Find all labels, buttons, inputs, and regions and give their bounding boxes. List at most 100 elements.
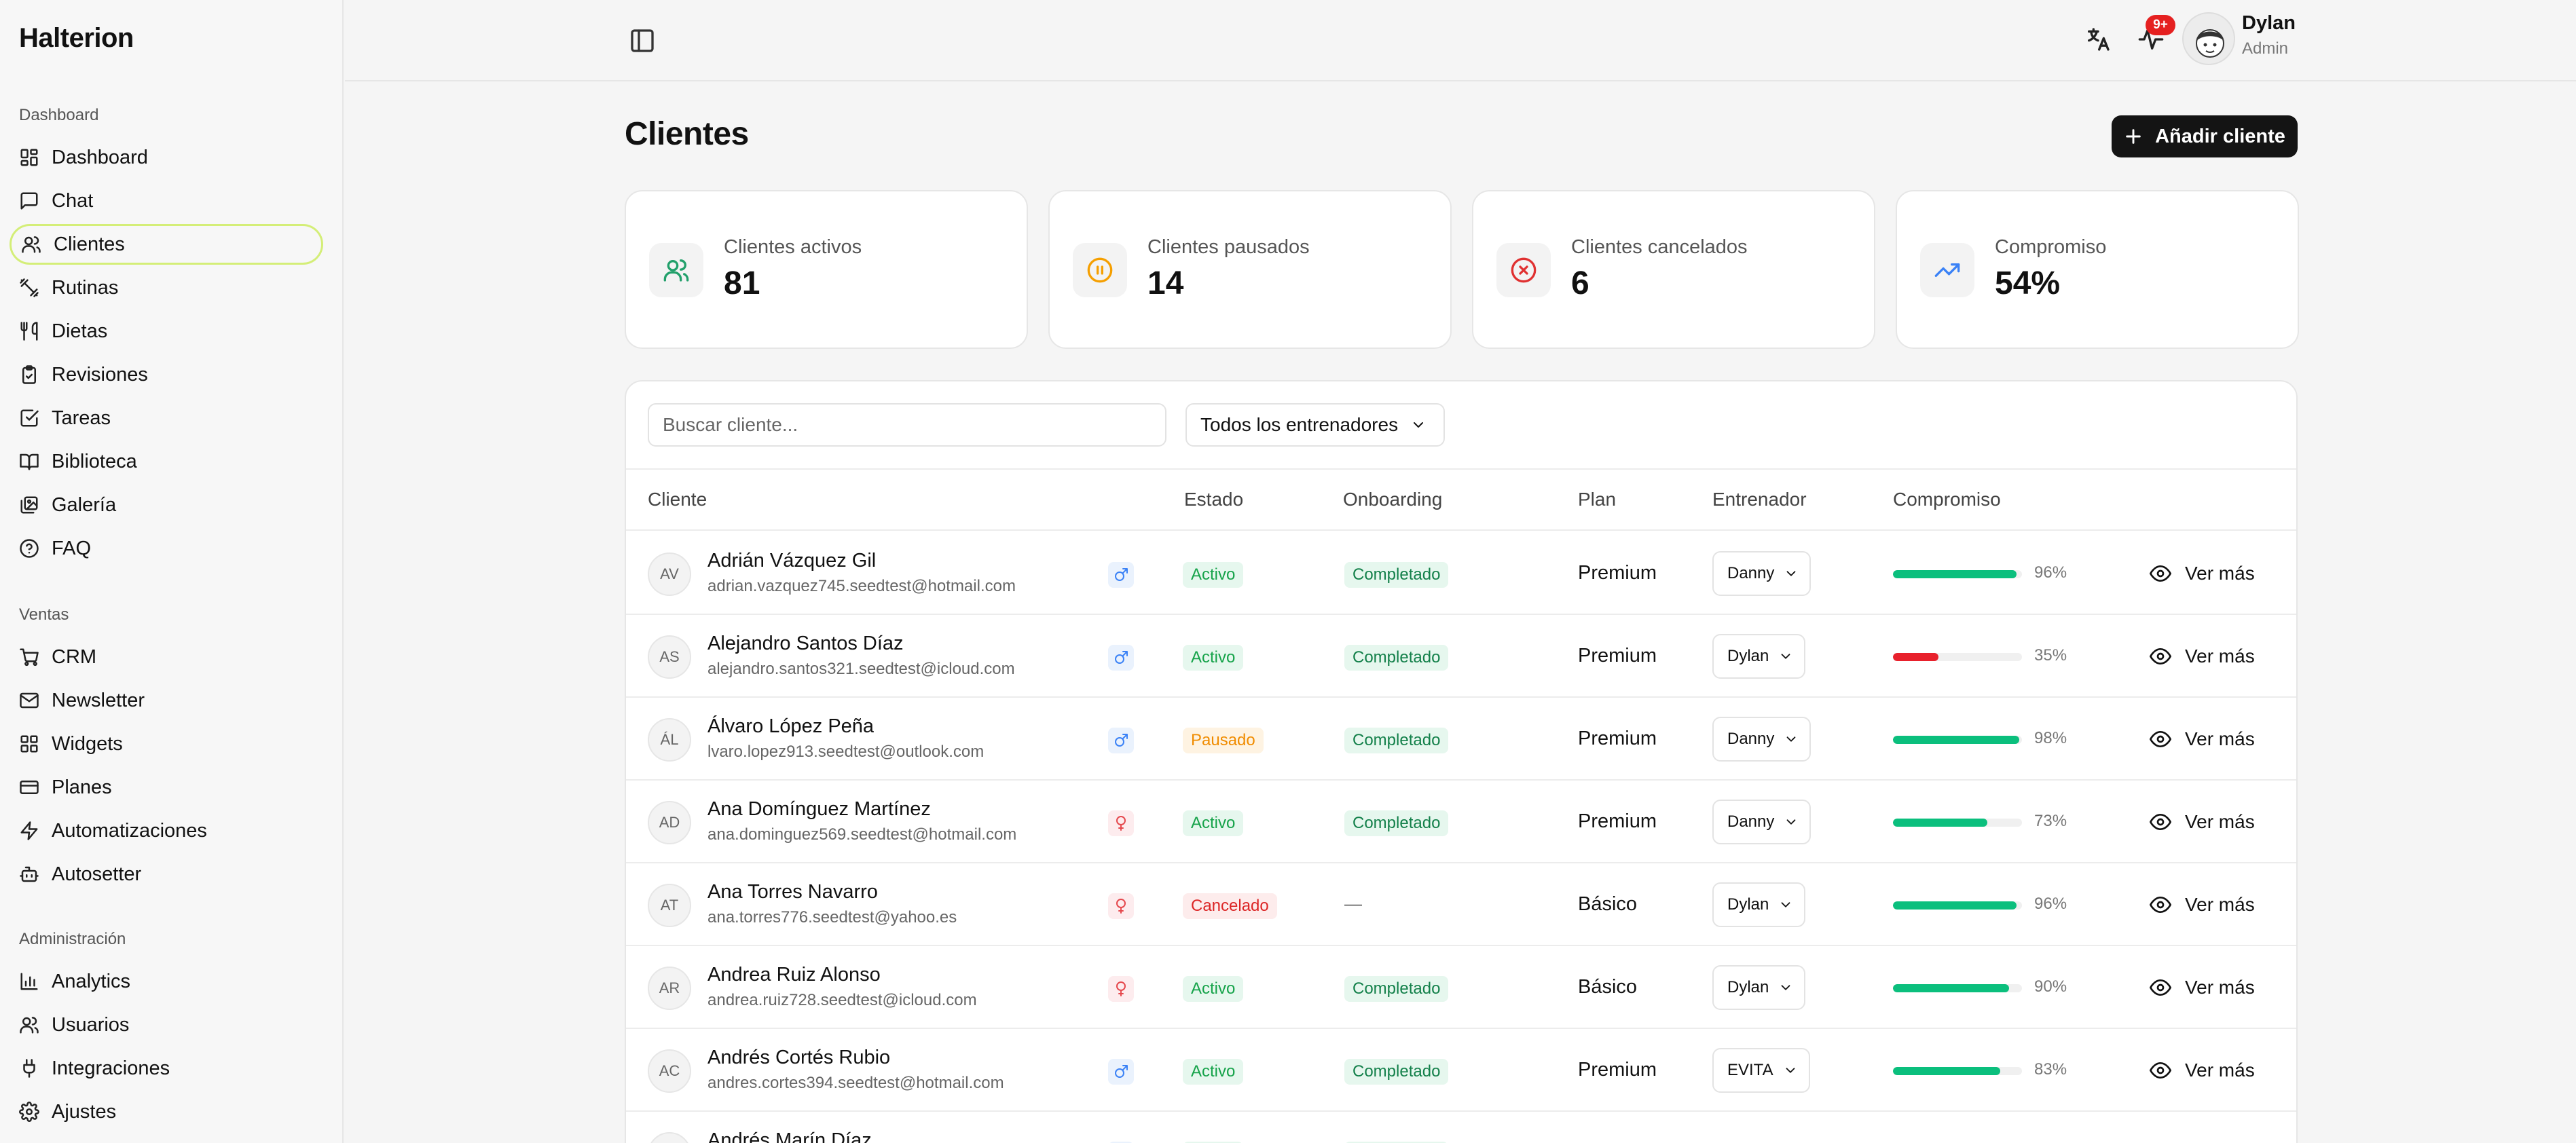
- sidebar-item-rutinas[interactable]: Rutinas: [10, 267, 323, 308]
- client-name[interactable]: Andrés Cortés Rubio: [707, 1047, 890, 1069]
- table-row[interactable]: AS Alejandro Santos Díaz alejandro.santos…: [626, 615, 2296, 698]
- chevron-down-icon: [1784, 732, 1799, 747]
- sidebar-item-label: Dashboard: [52, 146, 148, 168]
- table-row[interactable]: AV Adrián Vázquez Gil adrian.vazquez745.s…: [626, 532, 2296, 615]
- section-label-administracion: Administración: [19, 930, 126, 948]
- sidebar-item-autosetter[interactable]: Autosetter: [10, 854, 323, 895]
- stat-card-clientes-pausados: Clientes pausados 14: [1048, 190, 1452, 349]
- stat-value: 54%: [1995, 265, 2061, 301]
- client-name[interactable]: Adrián Vázquez Gil: [707, 550, 876, 572]
- sidebar-toggle-icon[interactable]: [629, 27, 656, 54]
- sidebar-item-usuarios[interactable]: Usuarios: [10, 1005, 323, 1045]
- client-name[interactable]: Ana Domínguez Martínez: [707, 798, 931, 821]
- trainer-select[interactable]: Dylan: [1712, 634, 1806, 679]
- male-icon: [1108, 1059, 1134, 1085]
- view-more-button[interactable]: Ver más: [2150, 725, 2255, 753]
- table-row[interactable]: AC Andrés Cortés Rubio andres.cortes394.s…: [626, 1029, 2296, 1112]
- sidebar-item-dashboard[interactable]: Dashboard: [10, 137, 323, 178]
- client-avatar: ÁL: [648, 718, 691, 762]
- sidebar-item-widgets[interactable]: Widgets: [10, 724, 323, 764]
- view-more-label: Ver más: [2185, 1060, 2255, 1081]
- sidebar-item-revisiones[interactable]: Revisiones: [10, 354, 323, 395]
- stat-card-clientes-cancelados: Clientes cancelados 6: [1472, 190, 1875, 349]
- trainer-select-value: Dylan: [1727, 647, 1769, 665]
- view-more-button[interactable]: Ver más: [2150, 559, 2255, 588]
- gear-icon: [19, 1102, 39, 1122]
- status-badge: Activo: [1183, 645, 1244, 671]
- brand-logo[interactable]: Halterion: [19, 23, 134, 54]
- column-header-client[interactable]: Cliente: [648, 489, 707, 510]
- sidebar-item-crm[interactable]: CRM: [10, 637, 323, 677]
- column-header-status[interactable]: Estado: [1184, 489, 1243, 510]
- client-avatar: AC: [648, 1049, 691, 1093]
- check-square-icon: [19, 408, 39, 428]
- male-icon: [1108, 728, 1134, 753]
- sidebar-item-clientes[interactable]: Clientes: [10, 224, 323, 265]
- table-row[interactable]: AT Ana Torres Navarro ana.torres776.seedt…: [626, 863, 2296, 946]
- client-name[interactable]: Andrea Ruiz Alonso: [707, 964, 881, 986]
- trending-up-icon: [1934, 257, 1961, 284]
- sidebar-item-integraciones[interactable]: Integraciones: [10, 1048, 323, 1089]
- view-more-button[interactable]: Ver más: [2150, 973, 2255, 1002]
- trainer-select[interactable]: Danny: [1712, 800, 1811, 844]
- sidebar-item-ajustes[interactable]: Ajustes: [10, 1091, 323, 1132]
- translate-icon[interactable]: [2084, 26, 2112, 53]
- sidebar-item-galeria[interactable]: Galería: [10, 485, 323, 525]
- client-name[interactable]: Alejandro Santos Díaz: [707, 633, 904, 655]
- trainer-select[interactable]: Danny: [1712, 717, 1811, 762]
- trainer-filter-select[interactable]: Todos los entrenadores: [1185, 403, 1445, 447]
- column-header-plan[interactable]: Plan: [1578, 489, 1616, 510]
- dumbbell-icon: [19, 278, 39, 298]
- table-row[interactable]: ÁL Álvaro López Peña lvaro.lopez913.seedt…: [626, 698, 2296, 781]
- table-row[interactable]: AR Andrea Ruiz Alonso andrea.ruiz728.seed…: [626, 946, 2296, 1029]
- trainer-select[interactable]: Dylan: [1712, 882, 1806, 927]
- sidebar-item-tareas[interactable]: Tareas: [10, 398, 323, 438]
- add-client-label: Añadir cliente: [2155, 125, 2285, 147]
- commitment-percent: 73%: [2034, 812, 2067, 830]
- table-row[interactable]: AD Ana Domínguez Martínez ana.dominguez56…: [626, 781, 2296, 863]
- commitment-bar-fill: [1893, 570, 2017, 578]
- layout-grid-icon: [19, 147, 39, 168]
- view-more-label: Ver más: [2185, 563, 2255, 584]
- view-more-button[interactable]: Ver más: [2150, 642, 2255, 671]
- sidebar-item-planes[interactable]: Planes: [10, 767, 323, 808]
- sidebar-item-newsletter[interactable]: Newsletter: [10, 680, 323, 721]
- users-icon: [21, 234, 41, 255]
- view-more-button[interactable]: Ver más: [2150, 808, 2255, 836]
- eye-icon: [2150, 1060, 2171, 1081]
- sidebar-item-biblioteca[interactable]: Biblioteca: [10, 441, 323, 482]
- stat-value: 81: [724, 265, 760, 301]
- book-open-icon: [19, 451, 39, 472]
- view-more-button[interactable]: Ver más: [2150, 891, 2255, 919]
- trainer-select[interactable]: Danny: [1712, 551, 1811, 596]
- column-header-commitment[interactable]: Compromiso: [1893, 489, 2001, 510]
- client-name[interactable]: Álvaro López Peña: [707, 715, 874, 738]
- sidebar-item-label: Clientes: [54, 233, 125, 255]
- sidebar-item-faq[interactable]: FAQ: [10, 528, 323, 569]
- client-avatar: AM: [648, 1132, 691, 1143]
- client-name[interactable]: Andrés Marín Díaz: [707, 1129, 872, 1143]
- commitment-bar-fill: [1893, 1067, 2000, 1075]
- sidebar-item-analytics[interactable]: Analytics: [10, 961, 323, 1002]
- view-more-label: Ver más: [2185, 728, 2255, 749]
- table-row[interactable]: AM Andrés Marín DíazActivoCompletado: [626, 1112, 2296, 1143]
- add-client-button[interactable]: Añadir cliente: [2112, 115, 2298, 157]
- status-badge: Activo: [1183, 810, 1244, 836]
- view-more-label: Ver más: [2185, 645, 2255, 667]
- eye-icon: [2150, 645, 2171, 667]
- view-more-button[interactable]: Ver más: [2150, 1056, 2255, 1085]
- commitment-bar-fill: [1893, 736, 2020, 744]
- trainer-select-value: EVITA: [1727, 1061, 1773, 1079]
- column-header-onboarding[interactable]: Onboarding: [1343, 489, 1442, 510]
- user-avatar[interactable]: [2182, 12, 2235, 65]
- column-header-trainer[interactable]: Entrenador: [1712, 489, 1807, 510]
- search-input[interactable]: [648, 403, 1166, 447]
- x-circle-icon: [1510, 257, 1537, 284]
- sidebar-item-chat[interactable]: Chat: [10, 181, 323, 221]
- commitment-bar-fill: [1893, 819, 1987, 827]
- sidebar-item-automatizaciones[interactable]: Automatizaciones: [10, 810, 323, 851]
- trainer-select[interactable]: Dylan: [1712, 965, 1806, 1010]
- client-name[interactable]: Ana Torres Navarro: [707, 881, 878, 903]
- sidebar-item-dietas[interactable]: Dietas: [10, 311, 323, 352]
- trainer-select[interactable]: EVITA: [1712, 1048, 1810, 1093]
